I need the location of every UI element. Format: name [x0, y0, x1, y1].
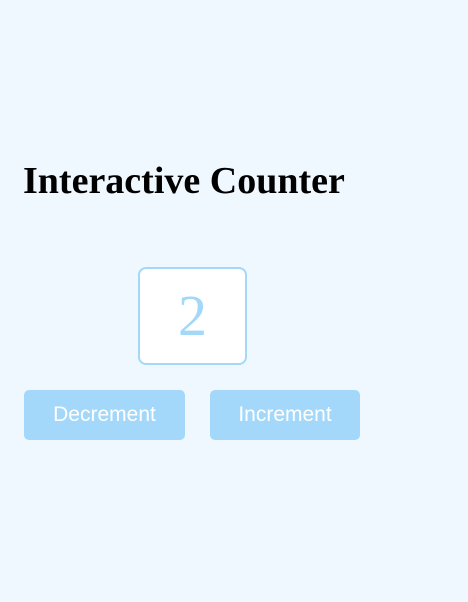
- increment-button[interactable]: Increment: [210, 390, 360, 440]
- counter-display: 2: [138, 267, 247, 365]
- decrement-button[interactable]: Decrement: [24, 390, 185, 440]
- page-title: Interactive Counter: [23, 160, 345, 202]
- counter-value: 2: [178, 283, 207, 348]
